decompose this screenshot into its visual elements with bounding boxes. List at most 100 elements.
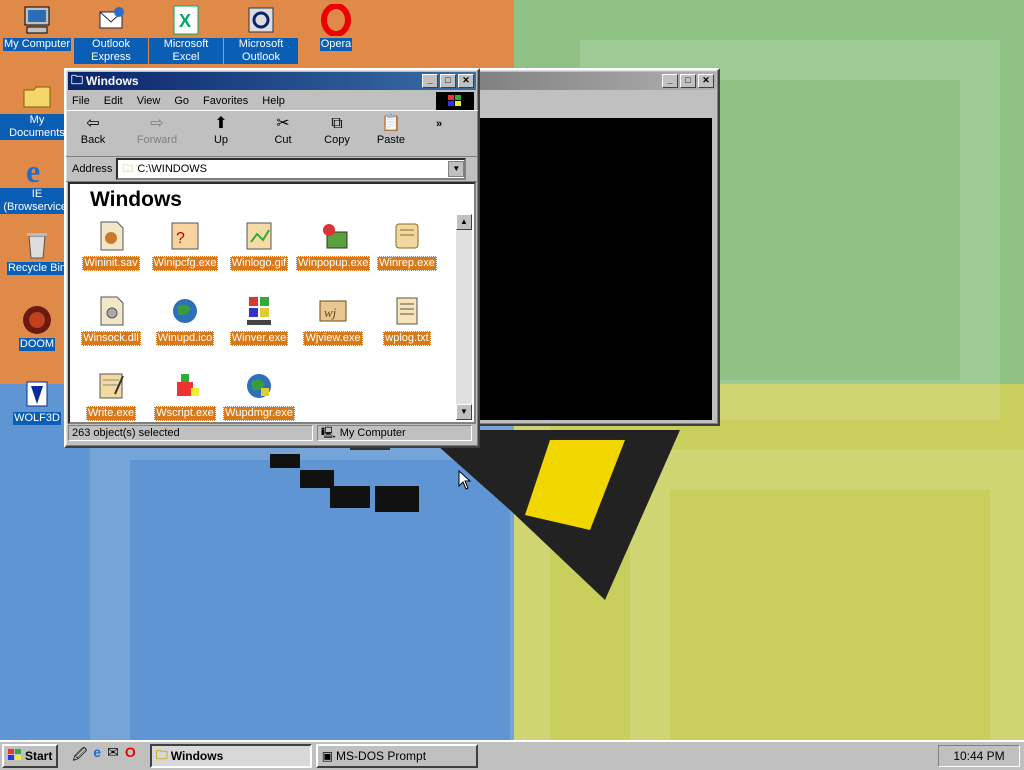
msdos-console[interactable]	[478, 118, 712, 420]
up-folder-icon: ⬆	[214, 115, 228, 132]
cut-button[interactable]: ✂ Cut	[256, 114, 310, 146]
file-item[interactable]: Winsock.dll	[74, 295, 148, 346]
status-bar: 263 object(s) selected 🖳 My Computer	[68, 424, 472, 442]
maximize-button[interactable]: □	[680, 74, 696, 88]
minimize-button[interactable]: _	[662, 74, 678, 88]
copy-button[interactable]: ⧉ Copy	[310, 114, 364, 146]
desktop-icon-label: Recycle Bin	[6, 262, 68, 275]
taskbar: Start 🖉 e ✉ O 🗀 Windows ▣ MS-DOS Prompt …	[0, 740, 1024, 770]
settings-file-icon	[95, 220, 127, 252]
svg-text:wj: wj	[324, 305, 337, 320]
menu-bar: File Edit View Go Favorites Help	[66, 92, 478, 110]
task-button-msdos[interactable]: ▣ MS-DOS Prompt	[315, 744, 478, 768]
globe-icon	[169, 295, 201, 327]
desktop-icon-my-computer[interactable]: My Computer	[0, 4, 74, 51]
desktop-icon-label: IE (Browservice)	[0, 188, 74, 214]
forward-button[interactable]: ⇨ Forward	[130, 114, 184, 146]
up-button[interactable]: ⬆ Up	[194, 114, 248, 146]
desktop-icon-doom[interactable]: DOOM	[0, 304, 74, 351]
explorer-window[interactable]: 🗀 Windows _ □ ✕ File Edit View Go Favori…	[64, 68, 480, 448]
desktop-icon-label: DOOM	[18, 338, 56, 351]
outlook-icon	[245, 4, 277, 36]
dll-file-icon	[95, 295, 127, 327]
windows-flag-icon	[8, 748, 22, 764]
file-item[interactable]: Winlogo.gif	[222, 220, 296, 271]
msdos-window[interactable]: _ □ ✕	[470, 68, 720, 426]
outlook-express-icon	[95, 4, 127, 36]
menu-favorites[interactable]: Favorites	[203, 95, 248, 107]
address-input[interactable]: 🗀 C:\WINDOWS ▼	[116, 158, 467, 180]
opera-icon	[320, 3, 352, 37]
menu-help[interactable]: Help	[262, 95, 285, 107]
opera-icon[interactable]: O	[125, 744, 136, 768]
file-item[interactable]: Wininit.sav	[74, 220, 148, 271]
menu-file[interactable]: File	[72, 95, 90, 107]
write-notepad-icon	[95, 370, 127, 402]
folder-view[interactable]: Windows Wininit.sav ? Winipcfg.exe Winlo…	[68, 182, 476, 424]
scroll-down-button[interactable]: ▼	[456, 404, 472, 420]
scroll-document-icon	[391, 220, 423, 252]
desktop-icon-label: Outlook Express	[74, 38, 148, 64]
internet-explorer-icon: e	[21, 153, 53, 189]
svg-text:?: ?	[176, 230, 185, 247]
file-item[interactable]: Winver.exe	[222, 295, 296, 346]
start-button[interactable]: Start	[2, 744, 59, 768]
menu-go[interactable]: Go	[174, 95, 189, 107]
vertical-scrollbar[interactable]: ▲ ▼	[456, 214, 472, 420]
desktop-icon-ie[interactable]: e IE (Browservice)	[0, 153, 74, 214]
file-item[interactable]: Wupdmgr.exe	[222, 370, 296, 421]
explorer-titlebar[interactable]: 🗀 Windows _ □ ✕	[68, 72, 476, 90]
msdos-icon: ▣	[321, 749, 334, 763]
scroll-up-button[interactable]: ▲	[456, 214, 472, 230]
desktop-icon-wolf3d[interactable]: WOLF3D	[0, 378, 74, 425]
desktop-icon-my-documents[interactable]: My Documents	[0, 80, 74, 140]
address-bar: Address 🗀 C:\WINDOWS ▼	[66, 157, 478, 182]
menu-view[interactable]: View	[137, 95, 161, 107]
windows-version-icon	[243, 295, 275, 327]
back-button[interactable]: ⇦ Back	[66, 114, 120, 146]
desktop-icon-microsoft-excel[interactable]: X Microsoft Excel	[149, 4, 223, 64]
menu-edit[interactable]: Edit	[104, 95, 123, 107]
update-globe-icon	[243, 370, 275, 402]
close-button[interactable]: ✕	[698, 74, 714, 88]
file-item[interactable]: wj Wjview.exe	[296, 295, 370, 346]
file-item[interactable]: ? Winipcfg.exe	[148, 220, 222, 271]
desktop-icon-label: My Computer	[2, 38, 72, 51]
image-file-icon	[243, 220, 275, 252]
paste-button[interactable]: 📋 Paste	[364, 114, 418, 146]
file-item[interactable]: Winupd.ico	[148, 295, 222, 346]
file-item[interactable]: Winrep.exe	[370, 220, 444, 271]
internet-explorer-icon[interactable]: e	[93, 744, 101, 768]
msdos-titlebar[interactable]: _ □ ✕	[474, 72, 716, 90]
desktop-icon-opera[interactable]: Opera	[299, 3, 373, 51]
window-title: Windows	[86, 74, 139, 88]
file-item[interactable]: Wscript.exe	[148, 370, 222, 421]
desktop-icon-microsoft-outlook[interactable]: Microsoft Outlook	[224, 4, 298, 64]
desktop-icon-outlook-express[interactable]: Outlook Express	[74, 4, 148, 64]
file-item[interactable]: Write.exe	[74, 370, 148, 421]
desktop-icon-label: Microsoft Excel	[149, 38, 223, 64]
computer-icon	[21, 4, 53, 36]
outlook-express-icon[interactable]: ✉	[107, 744, 119, 768]
close-button[interactable]: ✕	[458, 74, 474, 88]
minimize-button[interactable]: _	[422, 74, 438, 88]
task-button-windows[interactable]: 🗀 Windows	[149, 744, 312, 768]
file-item[interactable]: wplog.txt	[370, 295, 444, 346]
toolbar-overflow-icon[interactable]: »	[436, 118, 442, 130]
desktop-icon-recycle-bin[interactable]: Recycle Bin	[0, 228, 74, 275]
show-desktop-icon[interactable]: 🖉	[72, 744, 87, 768]
script-host-icon	[169, 370, 201, 402]
text-file-icon	[391, 295, 423, 327]
copy-icon: ⧉	[331, 115, 343, 132]
folder-icon: 🗀	[71, 72, 84, 87]
computer-icon: 🖳	[321, 426, 336, 439]
dropdown-arrow-icon[interactable]: ▼	[448, 161, 465, 177]
folder-heading: Windows	[90, 188, 182, 211]
system-tray-clock[interactable]: 10:44 PM	[938, 745, 1020, 767]
file-item[interactable]: Winpopup.exe	[296, 220, 371, 271]
folder-icon	[21, 80, 53, 112]
quick-launch: 🖉 e ✉ O	[72, 744, 135, 768]
windows-flag-icon	[436, 92, 474, 110]
maximize-button[interactable]: □	[440, 74, 456, 88]
java-view-icon: wj	[317, 295, 349, 327]
